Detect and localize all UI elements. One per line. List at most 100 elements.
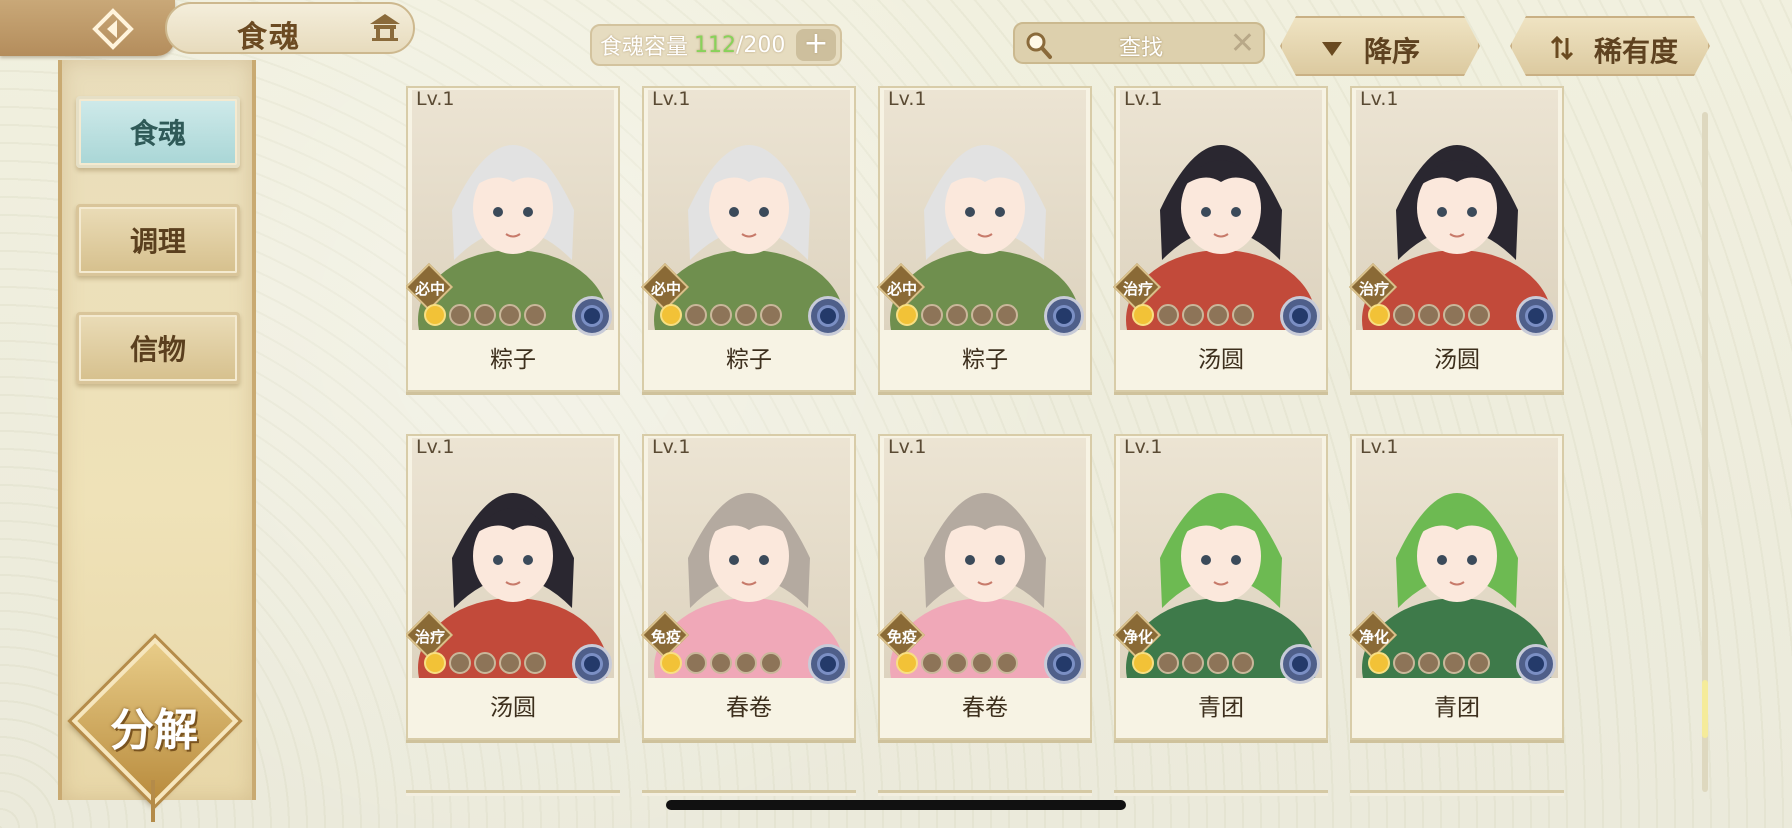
star-icon	[760, 304, 782, 326]
scrollbar-thumb[interactable]	[1702, 680, 1708, 738]
pavilion-icon[interactable]	[368, 12, 402, 42]
star-rating	[896, 304, 1018, 326]
sidebar-item-food-souls[interactable]: 食魂	[76, 96, 240, 168]
next-row-card-edge	[1350, 790, 1564, 796]
star-icon	[424, 652, 446, 674]
food-soul-card[interactable]: Lv.1 治疗 汤圆	[1112, 86, 1328, 392]
star-icon	[735, 304, 757, 326]
sidebar-item-label: 调理	[129, 225, 186, 258]
back-arrow-icon	[92, 8, 134, 50]
skill-tag-label: 治疗	[1122, 280, 1153, 298]
food-soul-card[interactable]: Lv.1 净化 青团	[1348, 434, 1564, 740]
food-soul-card[interactable]: Lv.1 必中 粽子	[406, 86, 620, 392]
skill-tag-label: 必中	[650, 280, 681, 298]
star-icon	[524, 304, 546, 326]
triangle-down-icon	[1322, 42, 1342, 56]
clear-search-icon[interactable]: ✕	[1230, 26, 1255, 61]
star-rating	[660, 652, 782, 674]
flower-emblem-icon	[572, 296, 612, 336]
level-label: Lv.1	[1360, 436, 1399, 458]
level-label: Lv.1	[888, 436, 927, 458]
star-icon	[685, 652, 707, 674]
level-label: Lv.1	[652, 436, 691, 458]
level-label: Lv.1	[888, 88, 927, 110]
food-soul-grid: Lv.1 必中 粽子 Lv.1 必中 粽子 Lv.1 必中 粽子 Lv.1 治疗 汤圆 Lv.1 治疗 汤圆…	[406, 86, 1566, 796]
skill-tag-label: 免疫	[886, 628, 917, 646]
search-input[interactable]: 查找 ✕	[1013, 22, 1265, 64]
star-icon	[1393, 652, 1415, 674]
star-icon	[1232, 304, 1254, 326]
top-bar: 食魂 食魂容量 112 /200 + 查找 ✕ 降序 稀有度	[0, 0, 1792, 76]
food-soul-card[interactable]: Lv.1 免疫春卷	[876, 434, 1092, 740]
skill-tag-label: 净化	[1122, 628, 1153, 646]
next-row-card-edge	[406, 790, 620, 796]
star-icon	[1132, 652, 1154, 674]
home-indicator	[666, 800, 1126, 810]
flower-emblem-icon	[572, 644, 612, 684]
level-label: Lv.1	[652, 88, 691, 110]
star-rating	[1132, 304, 1254, 326]
back-button[interactable]	[88, 6, 138, 52]
star-icon	[1182, 652, 1204, 674]
star-icon	[921, 304, 943, 326]
food-soul-card[interactable]: Lv.1 治疗 汤圆	[406, 434, 620, 740]
next-row-card-edge	[878, 790, 1092, 796]
add-capacity-button[interactable]: +	[796, 29, 836, 61]
flower-emblem-icon	[1516, 644, 1556, 684]
food-soul-name: 汤圆	[490, 695, 536, 721]
star-icon	[1468, 652, 1490, 674]
skill-tag-label: 净化	[1358, 628, 1389, 646]
flower-emblem-icon	[808, 296, 848, 336]
star-icon	[424, 304, 446, 326]
star-rating	[1368, 304, 1490, 326]
star-icon	[524, 652, 546, 674]
skill-tag-label: 治疗	[1358, 280, 1389, 298]
star-icon	[710, 652, 732, 674]
sidebar-item-label: 食魂	[129, 117, 186, 150]
star-icon	[1418, 652, 1440, 674]
star-icon	[971, 652, 993, 674]
star-icon	[896, 304, 918, 326]
star-icon	[1207, 652, 1229, 674]
page-title: 食魂	[237, 20, 301, 55]
star-icon	[685, 304, 707, 326]
star-icon	[1207, 304, 1229, 326]
flower-emblem-icon	[1516, 296, 1556, 336]
food-soul-name: 汤圆	[1434, 347, 1480, 373]
sidebar-item-label: 信物	[129, 333, 186, 366]
star-icon	[449, 652, 471, 674]
food-soul-card[interactable]: Lv.1 必中 粽子	[876, 86, 1092, 392]
sidebar-item-conditioning[interactable]: 调理	[76, 204, 240, 276]
star-icon	[1132, 304, 1154, 326]
search-placeholder: 查找	[1119, 36, 1164, 61]
food-soul-name: 春卷	[962, 695, 1008, 721]
next-row-card-edge	[1114, 790, 1328, 796]
food-soul-name: 青团	[1198, 695, 1244, 721]
skill-tag-label: 必中	[886, 280, 917, 298]
star-icon	[1232, 652, 1254, 674]
level-label: Lv.1	[1124, 88, 1163, 110]
star-icon	[896, 652, 918, 674]
food-soul-name: 春卷	[726, 695, 772, 721]
star-icon	[1157, 652, 1179, 674]
sort-by-button[interactable]: 稀有度	[1510, 16, 1710, 76]
star-icon	[1368, 304, 1390, 326]
star-icon	[1182, 304, 1204, 326]
magnifier-icon	[1026, 32, 1052, 59]
star-rating	[424, 652, 546, 674]
sidebar-item-tokens[interactable]: 信物	[76, 312, 240, 384]
sort-order-button[interactable]: 降序	[1280, 16, 1480, 76]
food-soul-card[interactable]: Lv.1 必中粽子	[640, 86, 856, 392]
star-icon	[710, 304, 732, 326]
star-icon	[474, 652, 496, 674]
flower-emblem-icon	[808, 644, 848, 684]
food-soul-card[interactable]: Lv.1 治疗 汤圆	[1348, 86, 1564, 392]
star-icon	[1468, 304, 1490, 326]
capacity-indicator: 食魂容量 112 /200 +	[590, 24, 842, 66]
food-soul-card[interactable]: Lv.1 免疫 春卷	[640, 434, 856, 740]
food-soul-card[interactable]: Lv.1 净化 青团	[1112, 434, 1328, 740]
star-icon	[499, 652, 521, 674]
star-icon	[660, 304, 682, 326]
level-label: Lv.1	[416, 436, 455, 458]
food-soul-name: 粽子	[726, 347, 772, 373]
